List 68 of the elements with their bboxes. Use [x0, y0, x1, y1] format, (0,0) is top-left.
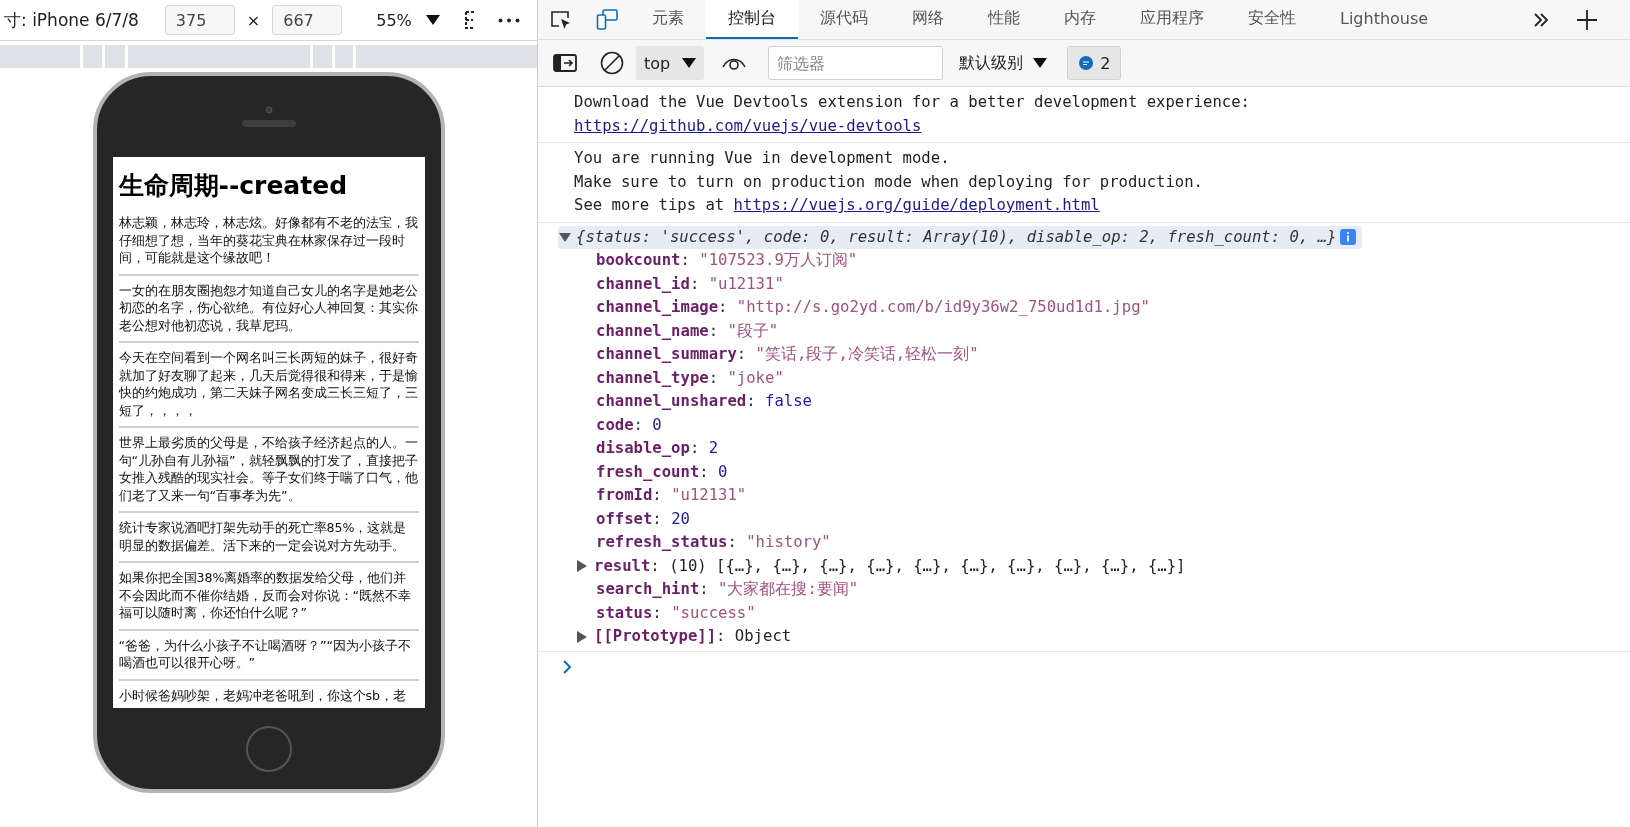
page-heading: 生命周期--created: [118, 170, 349, 202]
property-row-text: channel_name: "段子": [596, 320, 779, 342]
camera-icon: [264, 106, 273, 114]
filter-field[interactable]: 筛选器: [768, 46, 944, 80]
inspect-icon[interactable]: [550, 9, 572, 30]
joke-text: 一女的在朋友圈抱怨才知道自己女儿的名字是她老公初恋的名字，伤心欲绝。有位好心人神回复：其实你老公想对他初恋说，我草尼玛。: [118, 275, 419, 343]
context-dropdown[interactable]: top: [636, 46, 705, 80]
more-icon[interactable]: [497, 17, 520, 23]
panel-tab[interactable]: 性能: [966, 0, 1042, 39]
property-row-text: channel_unshared: false: [596, 391, 812, 412]
property-row-text: channel_id: "u12131": [596, 273, 784, 295]
clear-icon[interactable]: [600, 51, 624, 75]
property-row-text: offset: 20: [596, 508, 690, 530]
joke-text: 今天在空间看到一个网名叫三长两短的妹子，很好奇就加了好友聊了起来，几天后觉得很和得来，于是愉快的约炮成功，第二天妹子网名变成三长三短了，三短了，，，，: [118, 343, 419, 428]
property-row-text: code: 0: [596, 414, 662, 436]
prompt-icon: [562, 659, 572, 674]
caret-icon: [1033, 58, 1048, 68]
log-text: Make sure to turn on production mode when deploying for production.: [574, 171, 1204, 193]
property-row-text: bookcount: "107523.9万人订阅": [596, 250, 858, 271]
height-field[interactable]: 667: [272, 5, 343, 35]
log-text: Download the Vue Devtools extension for a better development experience:: [574, 92, 1251, 113]
width-field[interactable]: 375: [164, 5, 235, 35]
panel-tab[interactable]: 安全性: [1226, 0, 1318, 39]
log-text: See more tips at https://vuejs.org/guide/deployment.html: [574, 195, 1101, 216]
caret-icon: [682, 58, 697, 68]
panel-tab[interactable]: 应用程序: [1118, 0, 1226, 39]
joke-text: 统计专家说酒吧打架先动手的死亡率85%，这就是明显的数据偏差。活下来的一定会说对方先动手。: [118, 513, 419, 563]
panel-tab[interactable]: Lighthouse: [1318, 0, 1451, 39]
property-row-text: channel_summary: "笑话,段子,冷笑话,轻松一刻": [596, 344, 979, 365]
add-icon[interactable]: [1577, 9, 1597, 30]
property-row-text: search_hint: "大家都在搜:要闻": [596, 579, 859, 600]
property-row-text: channel_type: "joke": [596, 367, 784, 389]
messages-button[interactable]: 2: [1067, 46, 1122, 80]
property-row[interactable]: [[Prototype]]: Object: [594, 625, 792, 649]
times-label: ×: [246, 10, 261, 30]
panel-tab[interactable]: 内存: [1042, 0, 1118, 39]
expand-icon[interactable]: [576, 629, 588, 644]
link[interactable]: https://github.com/vuejs/vue-devtools: [574, 116, 922, 135]
info-icon[interactable]: [1340, 229, 1357, 246]
expand-icon[interactable]: [576, 559, 588, 574]
log-text: You are running Vue in development mode.: [574, 148, 951, 169]
speaker-grille: [241, 120, 296, 127]
collapse-icon[interactable]: [558, 231, 572, 244]
property-row-text: channel_image: "http://s.go2yd.com/b/id9y36w2_750ud1d1.jpg": [596, 297, 1150, 318]
property-row-text: status: "success": [596, 602, 756, 624]
joke-text: 世界上最劣质的父母是，不给孩子经济起点的人。一句“儿孙自有儿孙福”，就轻飘飘的打发了，直接把子女推入残酷的现实社会。等子女们终于喘了口气，他们老了又来一句“百事孝为先”。: [118, 428, 419, 513]
property-row-text: fromId: "u12131": [596, 485, 747, 506]
panel-tab[interactable]: 网络: [890, 0, 966, 39]
dropdown-arrow-icon[interactable]: [425, 15, 440, 25]
chat-icon: [1078, 55, 1095, 71]
joke-text: “爸爸，为什么小孩子不让喝酒呀？”“因为小孩子不喝酒也可以很开心呀。”: [118, 630, 419, 681]
sidebar-icon[interactable]: [553, 54, 577, 72]
panel-tab[interactable]: 元素: [630, 0, 706, 39]
device-toolbar-icon[interactable]: [596, 8, 618, 31]
more-tabs-icon[interactable]: [1533, 12, 1549, 27]
property-row-text: refresh_status: "history": [596, 532, 831, 553]
joke-text: 小时候爸妈吵架，老妈冲老爸吼到，你这个sb，老: [118, 686, 408, 705]
device-name[interactable]: 寸: iPhone 6/7/8: [4, 8, 139, 32]
joke-text: 如果你把全国38%离婚率的数据发给父母，他们并不会因此而不催你结婚，反而会对你说：“既然不幸福可以随时离，你还怕什么呢？”: [118, 563, 419, 631]
level-dropdown[interactable]: 默认级别: [959, 52, 1048, 74]
zoom-dropdown[interactable]: 55%: [376, 10, 412, 30]
panel-tab[interactable]: 源代码: [798, 0, 890, 39]
link[interactable]: https://vuejs.org/guide/deployment.html: [733, 196, 1100, 214]
property-row[interactable]: result: (10) [{…}, {…}, {…}, {…}, {…}, {…}, {…}, {…}, {…}, {…}]: [594, 554, 1186, 578]
property-row-text: disable_op: 2: [596, 438, 719, 459]
property-row-text: fresh_count: 0: [596, 461, 728, 483]
panel-tab[interactable]: 控制台: [706, 0, 798, 39]
joke-text: 林志颖，林志玲，林志炫。好像都有不老的法宝，我仔细想了想，当年的葵花宝典在林家保存过一段时间，可能就是这个缘故吧！: [118, 208, 419, 276]
